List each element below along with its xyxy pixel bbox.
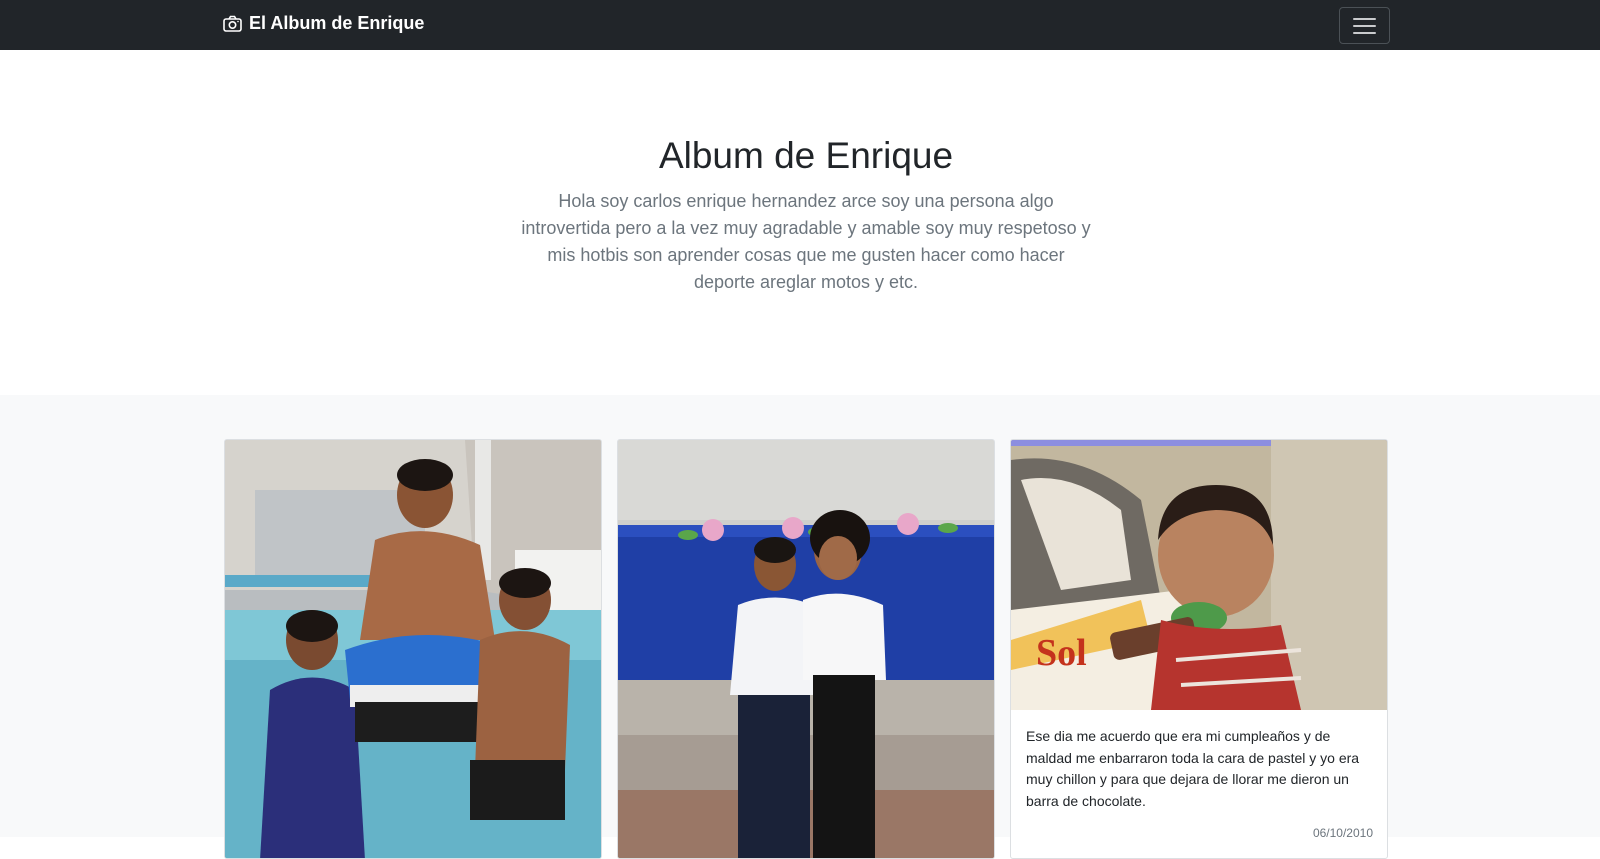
hero-section: Album de Enrique Hola soy carlos enrique… (0, 50, 1600, 395)
birthday-photo: Sol (1011, 440, 1387, 710)
card-body: Ese dia me acuerdo que era mi cumpleaños… (1011, 710, 1387, 812)
album-card (617, 439, 995, 859)
camera-icon (223, 15, 242, 32)
navbar: El Album de Enrique (0, 0, 1600, 50)
brand-title: El Album de Enrique (249, 13, 425, 33)
hero-title: Album de Enrique (658, 135, 954, 176)
card-date: 06/10/2010 (1312, 826, 1373, 840)
album-card (224, 439, 602, 859)
brand-link[interactable]: El Album de Enrique (223, 13, 424, 34)
album-card: Sol Ese dia me acuerdo que era mi cumple… (1010, 439, 1388, 859)
hamburger-icon (1353, 17, 1376, 20)
hero-lead: Hola soy carlos enrique hernandez arce s… (521, 191, 1091, 292)
pool-photo (225, 440, 601, 858)
school-photo (618, 440, 994, 858)
svg-text:Sol: Sol (1036, 632, 1087, 674)
card-text: Ese dia me acuerdo que era mi cumpleaños… (1026, 728, 1360, 809)
navbar-toggler-button[interactable] (1339, 7, 1390, 44)
